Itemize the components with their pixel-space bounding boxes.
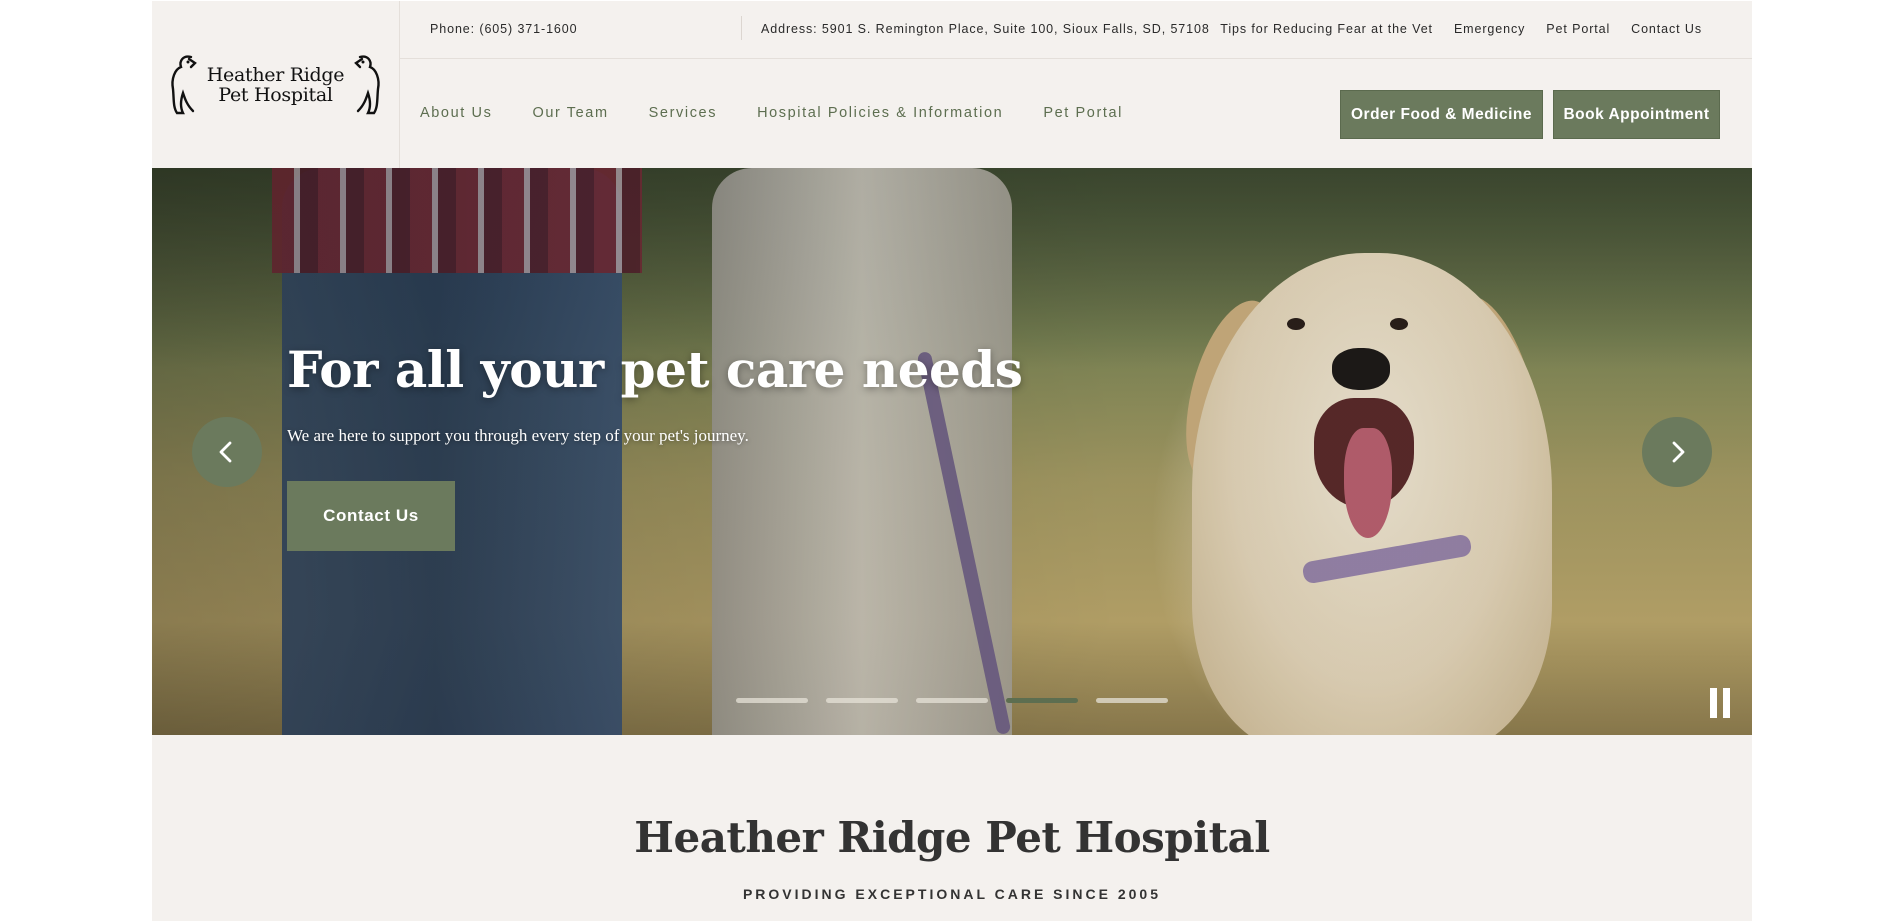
slider-prev-button[interactable] <box>192 417 262 487</box>
logo-text: Heather Ridge Pet Hospital <box>206 63 345 106</box>
logo-line-1: Heather Ridge <box>206 63 345 86</box>
hero-subtitle: We are here to support you through every… <box>287 426 749 445</box>
link-tips-fear[interactable]: Tips for Reducing Fear at the Vet <box>1220 22 1433 36</box>
pause-bar <box>1710 688 1717 718</box>
dog-right-icon <box>354 54 380 114</box>
link-pet-portal[interactable]: Pet Portal <box>1546 22 1610 36</box>
slide-indicator-5[interactable] <box>1096 698 1168 703</box>
slide-indicator-2[interactable] <box>826 698 898 703</box>
nav-about-us[interactable]: About Us <box>420 105 492 121</box>
pause-icon[interactable] <box>1710 688 1730 718</box>
site-header: Heather Ridge Pet Hospital Phone: (605) … <box>152 1 1752 168</box>
order-food-medicine-button[interactable]: Order Food & Medicine <box>1340 90 1543 139</box>
utility-bar: Phone: (605) 371-1600 Address: 5901 S. R… <box>400 1 1752 59</box>
link-contact-us[interactable]: Contact Us <box>1631 22 1702 36</box>
utility-links: Tips for Reducing Fear at the Vet Emerge… <box>1220 22 1702 36</box>
logo-area: Heather Ridge Pet Hospital <box>152 1 400 168</box>
address[interactable]: Address: 5901 S. Remington Place, Suite … <box>761 22 1210 36</box>
slide-indicator-4[interactable] <box>1006 698 1078 703</box>
link-emergency[interactable]: Emergency <box>1454 22 1525 36</box>
nav-services[interactable]: Services <box>649 105 717 121</box>
slider-indicators <box>736 698 1168 703</box>
site-container: Heather Ridge Pet Hospital Phone: (605) … <box>152 1 1752 921</box>
phone-number[interactable]: Phone: (605) 371-1600 <box>430 22 577 36</box>
intro-title: Heather Ridge Pet Hospital <box>634 813 1270 862</box>
logo[interactable]: Heather Ridge Pet Hospital <box>169 53 382 117</box>
hero-title: For all your pet care needs <box>287 340 1023 399</box>
intro-subtitle: PROVIDING EXCEPTIONAL CARE SINCE 2005 <box>742 886 1162 902</box>
slide-indicator-3[interactable] <box>916 698 988 703</box>
hero-overlay <box>152 168 1752 735</box>
divider <box>741 16 742 40</box>
logo-line-2: Pet Hospital <box>218 83 333 106</box>
main-nav: About Us Our Team Services Hospital Poli… <box>420 105 1123 121</box>
dog-left-icon <box>171 54 197 114</box>
slider-next-button[interactable] <box>1642 417 1712 487</box>
hero-contact-button[interactable]: Contact Us <box>287 481 455 551</box>
nav-our-team[interactable]: Our Team <box>532 105 608 121</box>
slide-indicator-1[interactable] <box>736 698 808 703</box>
pause-bar <box>1723 688 1730 718</box>
hero-slider: For all your pet care needs We are here … <box>152 168 1752 735</box>
chevron-right-icon <box>1672 441 1685 463</box>
book-appointment-button[interactable]: Book Appointment <box>1553 90 1720 139</box>
chevron-left-icon <box>219 441 232 463</box>
nav-hospital-policies[interactable]: Hospital Policies & Information <box>757 105 1003 121</box>
nav-pet-portal[interactable]: Pet Portal <box>1043 105 1123 121</box>
